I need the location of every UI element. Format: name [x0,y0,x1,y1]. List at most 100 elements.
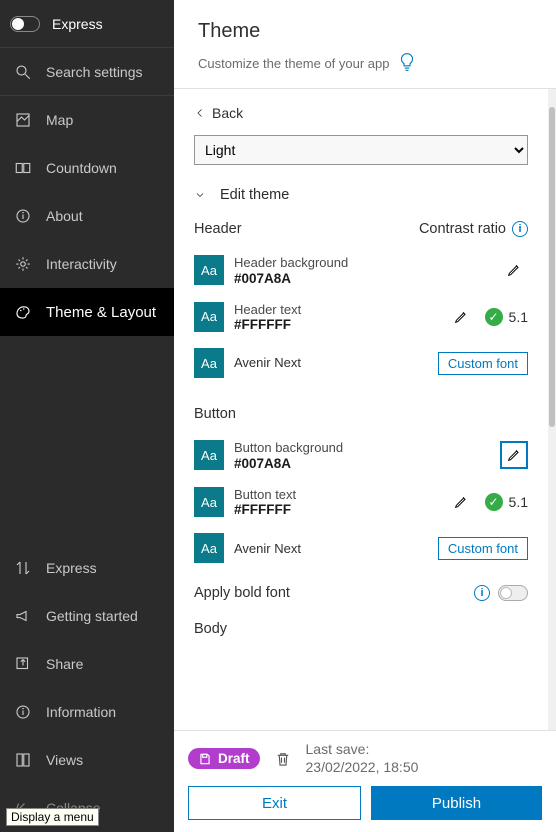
edit-color-button[interactable] [500,256,528,284]
color-swatch: Aa [194,487,224,517]
edit-color-button[interactable] [500,441,528,469]
section-body-title: Body [174,611,548,647]
last-save-label: Last save: [306,741,419,759]
palette-icon [14,303,32,321]
contrast-ratio-value: 5.1 [509,309,528,325]
edit-color-button[interactable] [447,488,475,516]
theme-select[interactable]: Light [194,135,528,165]
sidebar-item-label: About [46,208,83,224]
toggle-icon[interactable] [10,16,40,32]
pencil-icon [453,494,469,510]
info-icon [14,703,32,721]
express-label: Express [52,16,103,32]
font-label: Avenir Next [234,541,428,557]
header-text-row: Aa Header text #FFFFFF ✓ 5.1 [174,294,548,341]
exit-button[interactable]: Exit [188,786,361,820]
pencil-icon [453,309,469,325]
color-swatch: Aa [194,302,224,332]
swatch-value: #FFFFFF [234,502,437,517]
sidebar-item-about[interactable]: About [0,192,174,240]
edit-theme-label: Edit theme [220,187,289,203]
delete-button[interactable] [274,750,292,768]
info-icon [14,207,32,225]
swatch-value: #FFFFFF [234,317,437,332]
contrast-ratio-value: 5.1 [509,494,528,510]
chevron-down-icon [194,189,206,201]
sidebar-item-label: Share [46,656,83,672]
map-icon [14,111,32,129]
chevron-left-icon [194,107,206,119]
info-icon[interactable]: i [512,221,528,237]
draft-label: Draft [218,751,250,766]
search-icon [14,63,32,81]
sidebar-item-theme-layout[interactable]: Theme & Layout [0,288,174,336]
section-button-title: Button [174,386,548,432]
sidebar-bottom-express[interactable]: Express [0,544,174,592]
apply-bold-label: Apply bold font [194,585,290,601]
tooltip: Display a menu [6,808,99,826]
megaphone-icon [14,607,32,625]
main-panel: Theme Customize the theme of your app Ba… [174,0,556,832]
lightbulb-icon[interactable] [398,51,416,76]
sidebar: Express Search settings Map Countdown [0,0,174,832]
scrollbar[interactable] [548,89,556,730]
page-subtitle: Customize the theme of your app [198,56,390,71]
section-header-title: Header [194,221,242,237]
sidebar-item-label: Views [46,752,83,768]
sidebar-item-label: Interactivity [46,256,117,272]
page-title: Theme [198,20,532,43]
sidebar-item-label: Getting started [46,608,138,624]
save-icon [198,752,212,766]
swatch-value: #007A8A [234,456,490,471]
panel-header: Theme Customize the theme of your app [174,0,556,89]
button-background-row: Aa Button background #007A8A [174,432,548,479]
scrollbar-thumb[interactable] [549,107,555,427]
footer: Draft Last save: 23/02/2022, 18:50 Exit … [174,730,556,832]
sidebar-item-map[interactable]: Map [0,96,174,144]
custom-font-button[interactable]: Custom font [438,352,528,375]
last-save-value: 23/02/2022, 18:50 [306,759,419,777]
back-button[interactable]: Back [174,89,548,127]
info-icon[interactable]: i [474,585,490,601]
color-swatch: Aa [194,348,224,378]
pencil-icon [506,262,522,278]
font-label: Avenir Next [234,355,428,371]
swatch-label: Header text [234,302,437,318]
sidebar-search[interactable]: Search settings [0,48,174,96]
sidebar-bottom-information[interactable]: Information [0,688,174,736]
edit-color-button[interactable] [447,303,475,331]
draft-badge[interactable]: Draft [188,748,260,769]
sidebar-express-toggle[interactable]: Express [0,0,174,48]
check-circle-icon: ✓ [485,493,503,511]
publish-button[interactable]: Publish [371,786,542,820]
check-circle-icon: ✓ [485,308,503,326]
sidebar-bottom-views[interactable]: Views [0,736,174,784]
sidebar-bottom-getting-started[interactable]: Getting started [0,592,174,640]
views-icon [14,751,32,769]
button-font-row: Aa Avenir Next Custom font [174,525,548,571]
express-icon [14,559,32,577]
share-icon [14,655,32,673]
swatch-label: Button background [234,440,490,456]
button-text-row: Aa Button text #FFFFFF ✓ 5.1 [174,479,548,526]
sidebar-bottom-share[interactable]: Share [0,640,174,688]
content-scroll[interactable]: Back Light Edit theme Header Contrast ra… [174,89,548,730]
sidebar-item-label: Countdown [46,160,117,176]
gear-icon [14,255,32,273]
swatch-label: Header background [234,255,490,271]
sidebar-item-label: Map [46,112,73,128]
swatch-label: Button text [234,487,437,503]
header-font-row: Aa Avenir Next Custom font [174,340,548,386]
trash-icon [274,750,292,768]
sidebar-item-interactivity[interactable]: Interactivity [0,240,174,288]
sidebar-item-label: Information [46,704,116,720]
search-label: Search settings [46,64,143,80]
sidebar-item-label: Theme & Layout [46,304,156,321]
edit-theme-toggle[interactable]: Edit theme [174,181,548,217]
sidebar-item-countdown[interactable]: Countdown [0,144,174,192]
header-background-row: Aa Header background #007A8A [174,247,548,294]
back-label: Back [212,105,243,121]
apply-bold-font-row: Apply bold font i [174,571,548,611]
bold-toggle[interactable] [498,585,528,601]
custom-font-button[interactable]: Custom font [438,537,528,560]
